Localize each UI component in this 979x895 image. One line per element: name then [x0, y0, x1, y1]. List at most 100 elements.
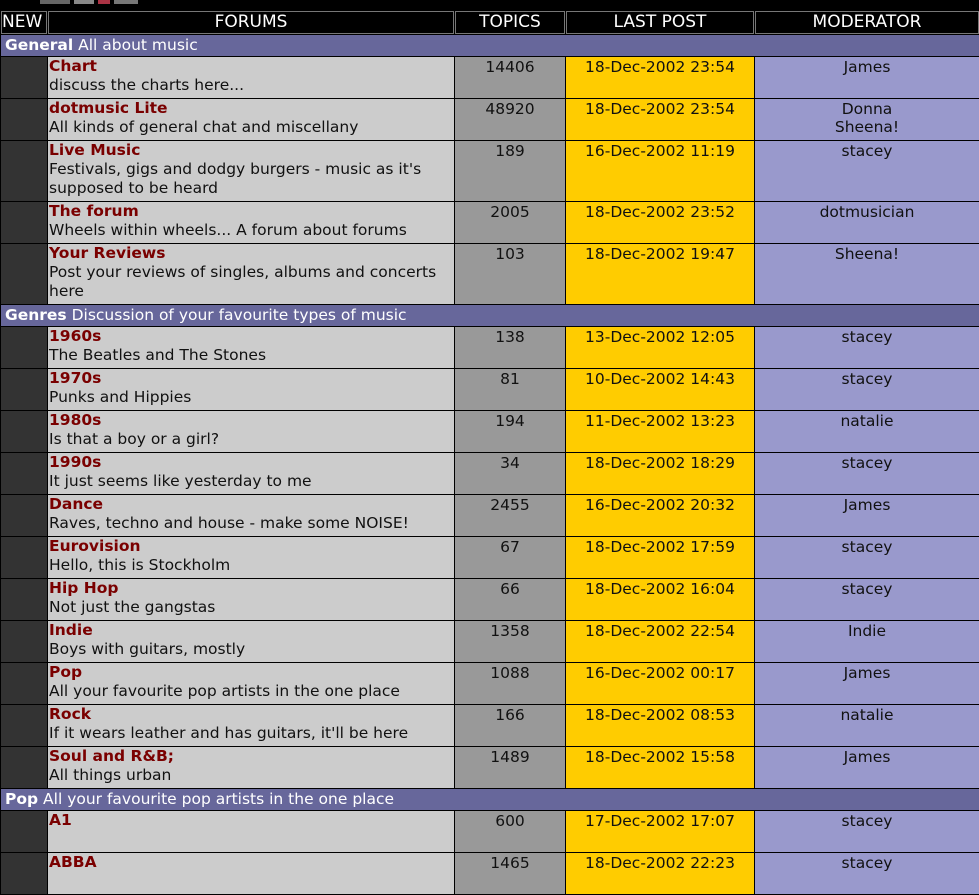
- new-posts-indicator: [1, 621, 47, 662]
- topic-count: 1489: [455, 747, 565, 788]
- last-post-date: 18-Dec-2002 16:04: [566, 579, 754, 620]
- forum-row: Chart discuss the charts here... 14406 18…: [1, 57, 979, 98]
- forum-description: Wheels within wheels... A forum about fo…: [49, 221, 407, 239]
- forum-link[interactable]: Soul and R&B;: [49, 747, 174, 765]
- forum-description: Not just the gangstas: [49, 598, 216, 616]
- column-header-forums: FORUMS: [48, 11, 454, 34]
- moderator-name: James: [843, 664, 891, 682]
- forum-row: Dance Raves, techno and house - make some…: [1, 495, 979, 536]
- column-header-topics: TOPICS: [455, 11, 565, 34]
- moderator-cell: stacey: [755, 579, 979, 620]
- moderator-cell: James: [755, 495, 979, 536]
- forum-link[interactable]: 1970s: [49, 369, 101, 387]
- column-header-new: NEW: [1, 11, 47, 34]
- moderator-cell: stacey: [755, 369, 979, 410]
- topic-count: 600: [455, 811, 565, 852]
- column-header-moderator: MODERATOR: [755, 11, 979, 34]
- category-name: Genres: [5, 306, 67, 324]
- forum-description: All things urban: [49, 766, 172, 784]
- forum-row: A1 600 17-Dec-2002 17:07 stacey: [1, 811, 979, 852]
- new-posts-indicator: [1, 141, 47, 201]
- forum-link[interactable]: Live Music: [49, 141, 140, 159]
- forum-row: Hip Hop Not just the gangstas 66 18-Dec-2…: [1, 579, 979, 620]
- last-post-date: 13-Dec-2002 12:05: [566, 327, 754, 368]
- new-posts-indicator: [1, 453, 47, 494]
- topic-count: 66: [455, 579, 565, 620]
- new-posts-indicator: [1, 811, 47, 852]
- forum-link[interactable]: 1990s: [49, 453, 101, 471]
- category-name: Pop: [5, 790, 39, 808]
- new-posts-indicator: [1, 663, 47, 704]
- moderator-name: natalie: [840, 412, 894, 430]
- forum-description: Is that a boy or a girl?: [49, 430, 220, 448]
- category-description: Discussion of your favourite types of mu…: [71, 306, 407, 324]
- forum-link[interactable]: Chart: [49, 57, 97, 75]
- topic-count: 67: [455, 537, 565, 578]
- forum-row: Eurovision Hello, this is Stockholm 67 18…: [1, 537, 979, 578]
- new-posts-indicator: [1, 537, 47, 578]
- forum-link[interactable]: Pop: [49, 663, 82, 681]
- new-posts-indicator: [1, 369, 47, 410]
- moderator-cell: stacey: [755, 811, 979, 852]
- moderator-name: James: [843, 748, 891, 766]
- last-post-date: 18-Dec-2002 23:54: [566, 57, 754, 98]
- forum-description: If it wears leather and has guitars, it'…: [49, 724, 409, 742]
- forum-row: Rock If it wears leather and has guitars,…: [1, 705, 979, 746]
- forum-link[interactable]: Your Reviews: [49, 244, 165, 262]
- forum-link[interactable]: ABBA: [49, 853, 97, 871]
- moderator-name: stacey: [841, 580, 893, 598]
- forum-link[interactable]: A1: [49, 811, 72, 829]
- moderator-cell: natalie: [755, 411, 979, 452]
- moderator-name: Indie: [847, 622, 887, 640]
- moderator-name: Donna: [841, 100, 893, 118]
- category-name: General: [5, 36, 74, 54]
- forum-link[interactable]: dotmusic Lite: [49, 99, 168, 117]
- new-posts-indicator: [1, 705, 47, 746]
- forum-description: Raves, techno and house - make some NOIS…: [49, 514, 409, 532]
- topic-count: 138: [455, 327, 565, 368]
- forum-link[interactable]: 1980s: [49, 411, 101, 429]
- forum-row: dotmusic Lite All kinds of general chat a…: [1, 99, 979, 140]
- forum-row: Live Music Festivals, gigs and dodgy burg…: [1, 141, 979, 201]
- moderator-name: natalie: [840, 706, 894, 724]
- forum-link[interactable]: 1960s: [49, 327, 101, 345]
- new-posts-indicator: [1, 327, 47, 368]
- moderator-cell: stacey: [755, 853, 979, 894]
- topic-count: 189: [455, 141, 565, 201]
- table-header-row: NEW FORUMS TOPICS LAST POST MODERATOR: [1, 11, 979, 34]
- moderator-name: dotmusician: [819, 203, 915, 221]
- moderator-name: James: [843, 496, 891, 514]
- new-posts-indicator: [1, 202, 47, 243]
- last-post-date: 11-Dec-2002 13:23: [566, 411, 754, 452]
- topic-count: 1465: [455, 853, 565, 894]
- moderator-cell: Donna Sheena!: [755, 99, 979, 140]
- moderator-cell: Indie: [755, 621, 979, 662]
- forum-link[interactable]: Indie: [49, 621, 93, 639]
- forum-row: Indie Boys with guitars, mostly 1358 18-D…: [1, 621, 979, 662]
- forum-description: Festivals, gigs and dodgy burgers - musi…: [49, 160, 422, 197]
- category-row-pop: Pop All your favourite pop artists in th…: [1, 789, 979, 810]
- last-post-date: 16-Dec-2002 11:19: [566, 141, 754, 201]
- forum-link[interactable]: Dance: [49, 495, 103, 513]
- forum-link[interactable]: Eurovision: [49, 537, 141, 555]
- topic-count: 81: [455, 369, 565, 410]
- forum-description: All your favourite pop artists in the on…: [49, 682, 400, 700]
- moderator-name: Sheena!: [834, 118, 900, 136]
- new-posts-indicator: [1, 495, 47, 536]
- moderator-cell: natalie: [755, 705, 979, 746]
- new-posts-indicator: [1, 853, 47, 894]
- new-posts-indicator: [1, 244, 47, 304]
- category-row-general: General All about music: [1, 35, 979, 56]
- last-post-date: 18-Dec-2002 22:23: [566, 853, 754, 894]
- forum-row: 1990s It just seems like yesterday to me …: [1, 453, 979, 494]
- last-post-date: 18-Dec-2002 08:53: [566, 705, 754, 746]
- forum-link[interactable]: Rock: [49, 705, 91, 723]
- forum-link[interactable]: Hip Hop: [49, 579, 119, 597]
- new-posts-indicator: [1, 747, 47, 788]
- forum-link[interactable]: The forum: [49, 202, 139, 220]
- moderator-cell: stacey: [755, 141, 979, 201]
- last-post-date: 18-Dec-2002 17:59: [566, 537, 754, 578]
- last-post-date: 16-Dec-2002 00:17: [566, 663, 754, 704]
- forum-row: 1980s Is that a boy or a girl? 194 11-Dec…: [1, 411, 979, 452]
- moderator-name: stacey: [841, 812, 893, 830]
